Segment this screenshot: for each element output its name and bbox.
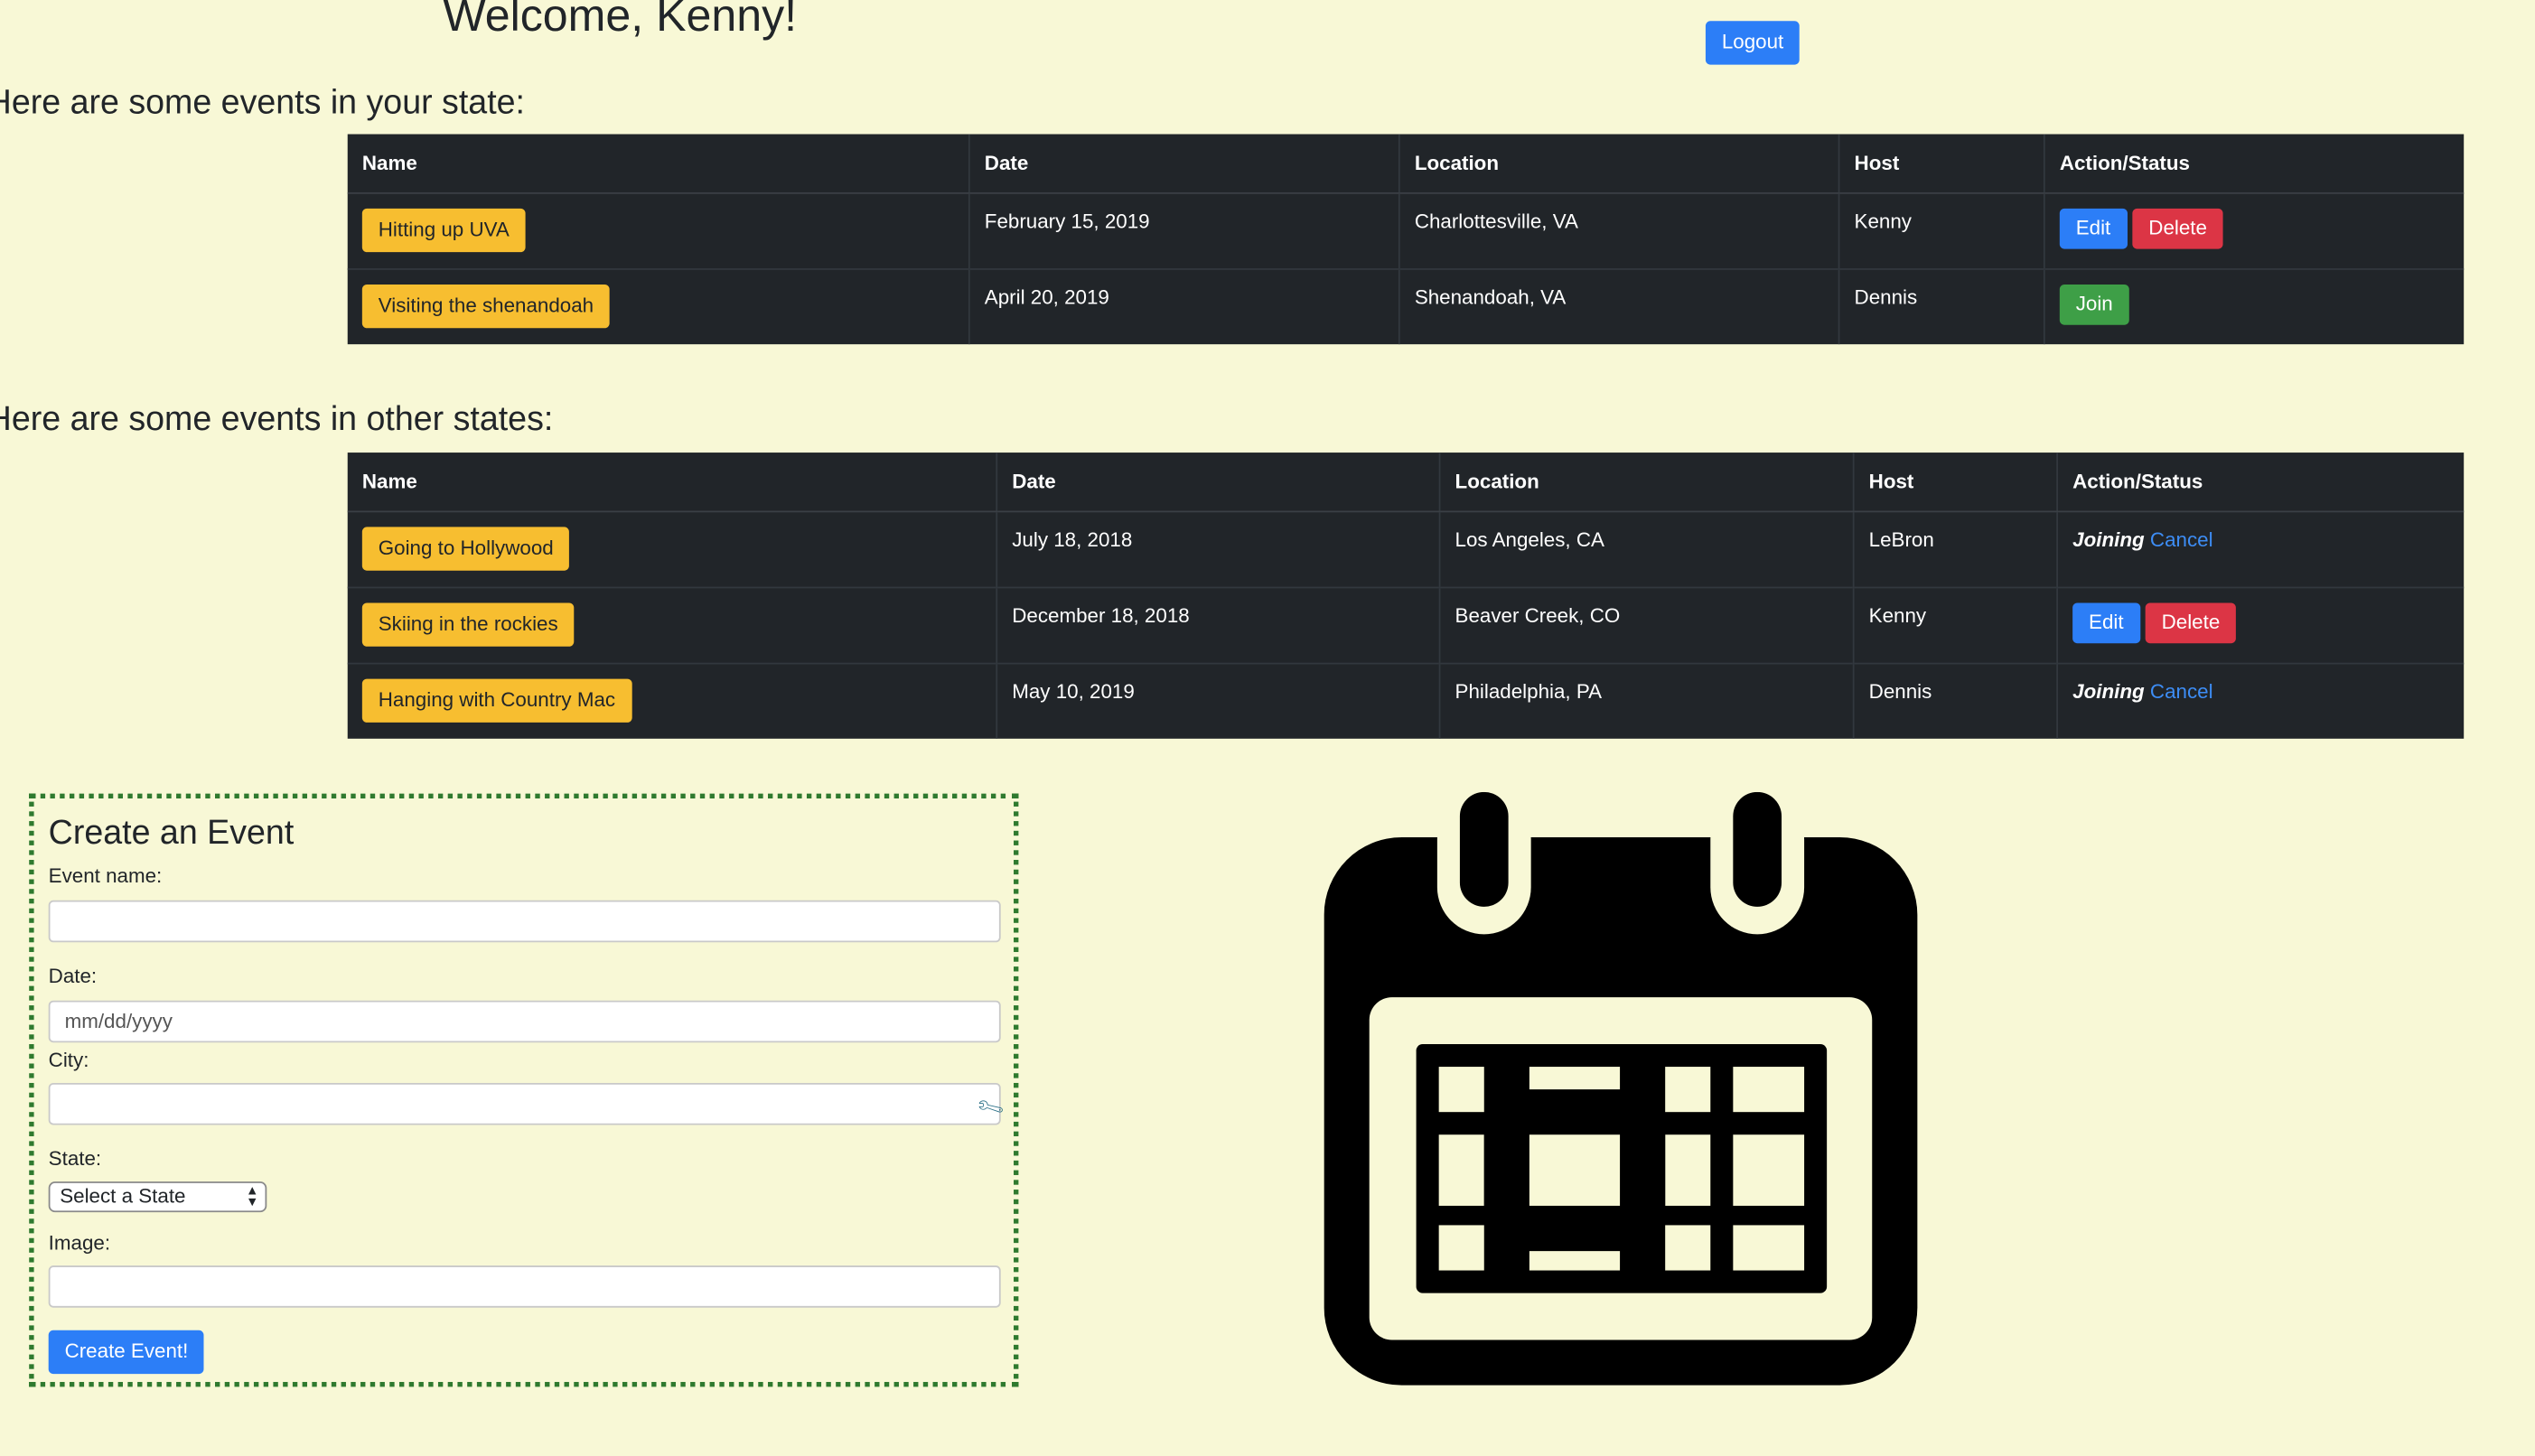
logout-button[interactable]: Logout <box>1705 21 1801 65</box>
event-location: Shenandoah, VA <box>1398 268 1840 345</box>
your-state-heading: Here are some events in your state: <box>0 84 526 122</box>
city-label: City: <box>48 1049 89 1072</box>
column-header-date: Date <box>968 134 1400 194</box>
column-header-date: Date <box>996 453 1441 513</box>
state-label: State: <box>48 1147 102 1171</box>
table-header-row: Name Date Location Host Action/Status <box>347 134 2465 194</box>
column-header-name: Name <box>347 453 998 513</box>
welcome-heading: Welcome, Kenny! <box>443 0 798 41</box>
your-state-events-table: Name Date Location Host Action/Status Hi… <box>347 134 2465 345</box>
column-header-host: Host <box>1838 134 2045 194</box>
date-label: Date: <box>48 965 98 988</box>
event-name-cell: Hitting up UVA <box>347 191 970 269</box>
table-row: Hitting up UVA February 15, 2019 Charlot… <box>347 191 2465 269</box>
event-name-cell: Going to Hollywood <box>347 510 998 588</box>
event-host: Dennis <box>1853 662 2059 739</box>
column-header-host: Host <box>1853 453 2059 513</box>
event-location: Los Angeles, CA <box>1439 510 1855 588</box>
event-date: February 15, 2019 <box>968 191 1400 269</box>
table-header-row: Name Date Location Host Action/Status <box>347 453 2465 513</box>
city-input[interactable] <box>48 1082 1001 1125</box>
image-input[interactable] <box>48 1265 1001 1308</box>
table-row: Hanging with Country Mac May 10, 2019 Ph… <box>347 662 2465 739</box>
event-actions: Join <box>2044 268 2465 345</box>
event-host: LeBron <box>1853 510 2059 588</box>
event-name-button[interactable]: Visiting the shenandoah <box>361 284 611 328</box>
event-host: Kenny <box>1838 191 2045 269</box>
joining-status: Joining <box>2072 680 2145 704</box>
column-header-name: Name <box>347 134 970 194</box>
event-name-button[interactable]: Hitting up UVA <box>361 208 526 252</box>
delete-button[interactable]: Delete <box>2132 208 2223 248</box>
event-actions: Edit Delete <box>2057 586 2465 664</box>
image-label: Image: <box>48 1231 111 1255</box>
joining-status: Joining <box>2072 528 2145 552</box>
event-name-button[interactable]: Going to Hollywood <box>361 527 570 570</box>
table-row: Visiting the shenandoah April 20, 2019 S… <box>347 268 2465 345</box>
create-event-button[interactable]: Create Event! <box>48 1330 205 1374</box>
column-header-action-status: Action/Status <box>2057 453 2465 513</box>
join-button[interactable]: Join <box>2059 284 2129 324</box>
event-name-button[interactable]: Hanging with Country Mac <box>361 678 631 723</box>
event-status: Joining Cancel <box>2057 510 2465 588</box>
cancel-link[interactable]: Cancel <box>2150 680 2213 703</box>
event-actions: Edit Delete <box>2044 191 2465 269</box>
event-location: Philadelphia, PA <box>1439 662 1855 739</box>
event-date: July 18, 2018 <box>996 510 1441 588</box>
column-header-action-status: Action/Status <box>2044 134 2465 194</box>
event-location: Charlottesville, VA <box>1398 191 1840 269</box>
table-row: Skiing in the rockies December 18, 2018 … <box>347 586 2465 664</box>
event-name-cell: Hanging with Country Mac <box>347 662 998 739</box>
other-states-events-table: Name Date Location Host Action/Status Go… <box>347 453 2465 739</box>
column-header-location: Location <box>1439 453 1855 513</box>
event-host: Kenny <box>1853 586 2059 664</box>
column-header-location: Location <box>1398 134 1840 194</box>
chevron-updown-icon: ▲ ▼ <box>246 1182 259 1209</box>
event-location: Beaver Creek, CO <box>1439 586 1855 664</box>
table-row: Going to Hollywood July 18, 2018 Los Ang… <box>347 510 2465 588</box>
edit-button[interactable]: Edit <box>2072 602 2140 643</box>
event-host: Dennis <box>1838 268 2045 345</box>
event-date: December 18, 2018 <box>996 586 1441 664</box>
create-event-form: Create an Event Event name: Date: City: … <box>29 793 1019 1387</box>
event-name-label: Event name: <box>48 864 163 888</box>
event-date: April 20, 2019 <box>968 268 1400 345</box>
edit-button[interactable]: Edit <box>2059 208 2128 248</box>
calendar-icon <box>1324 791 1918 1386</box>
state-select[interactable]: Select a State ▲ ▼ <box>48 1181 267 1213</box>
event-status: Joining Cancel <box>2057 662 2465 739</box>
event-name-button[interactable]: Skiing in the rockies <box>361 602 575 646</box>
other-states-heading: Here are some events in other states: <box>0 400 554 438</box>
event-name-input[interactable] <box>48 900 1001 943</box>
delete-button[interactable]: Delete <box>2145 602 2237 643</box>
event-name-cell: Skiing in the rockies <box>347 586 998 664</box>
form-title: Create an Event <box>48 814 295 853</box>
date-input[interactable] <box>48 1000 1001 1043</box>
event-date: May 10, 2019 <box>996 662 1441 739</box>
state-select-value: Select a State <box>60 1184 186 1208</box>
cancel-link[interactable]: Cancel <box>2150 528 2213 551</box>
event-name-cell: Visiting the shenandoah <box>347 268 970 345</box>
page: Welcome, Kenny! Logout Here are some eve… <box>0 0 2535 1456</box>
